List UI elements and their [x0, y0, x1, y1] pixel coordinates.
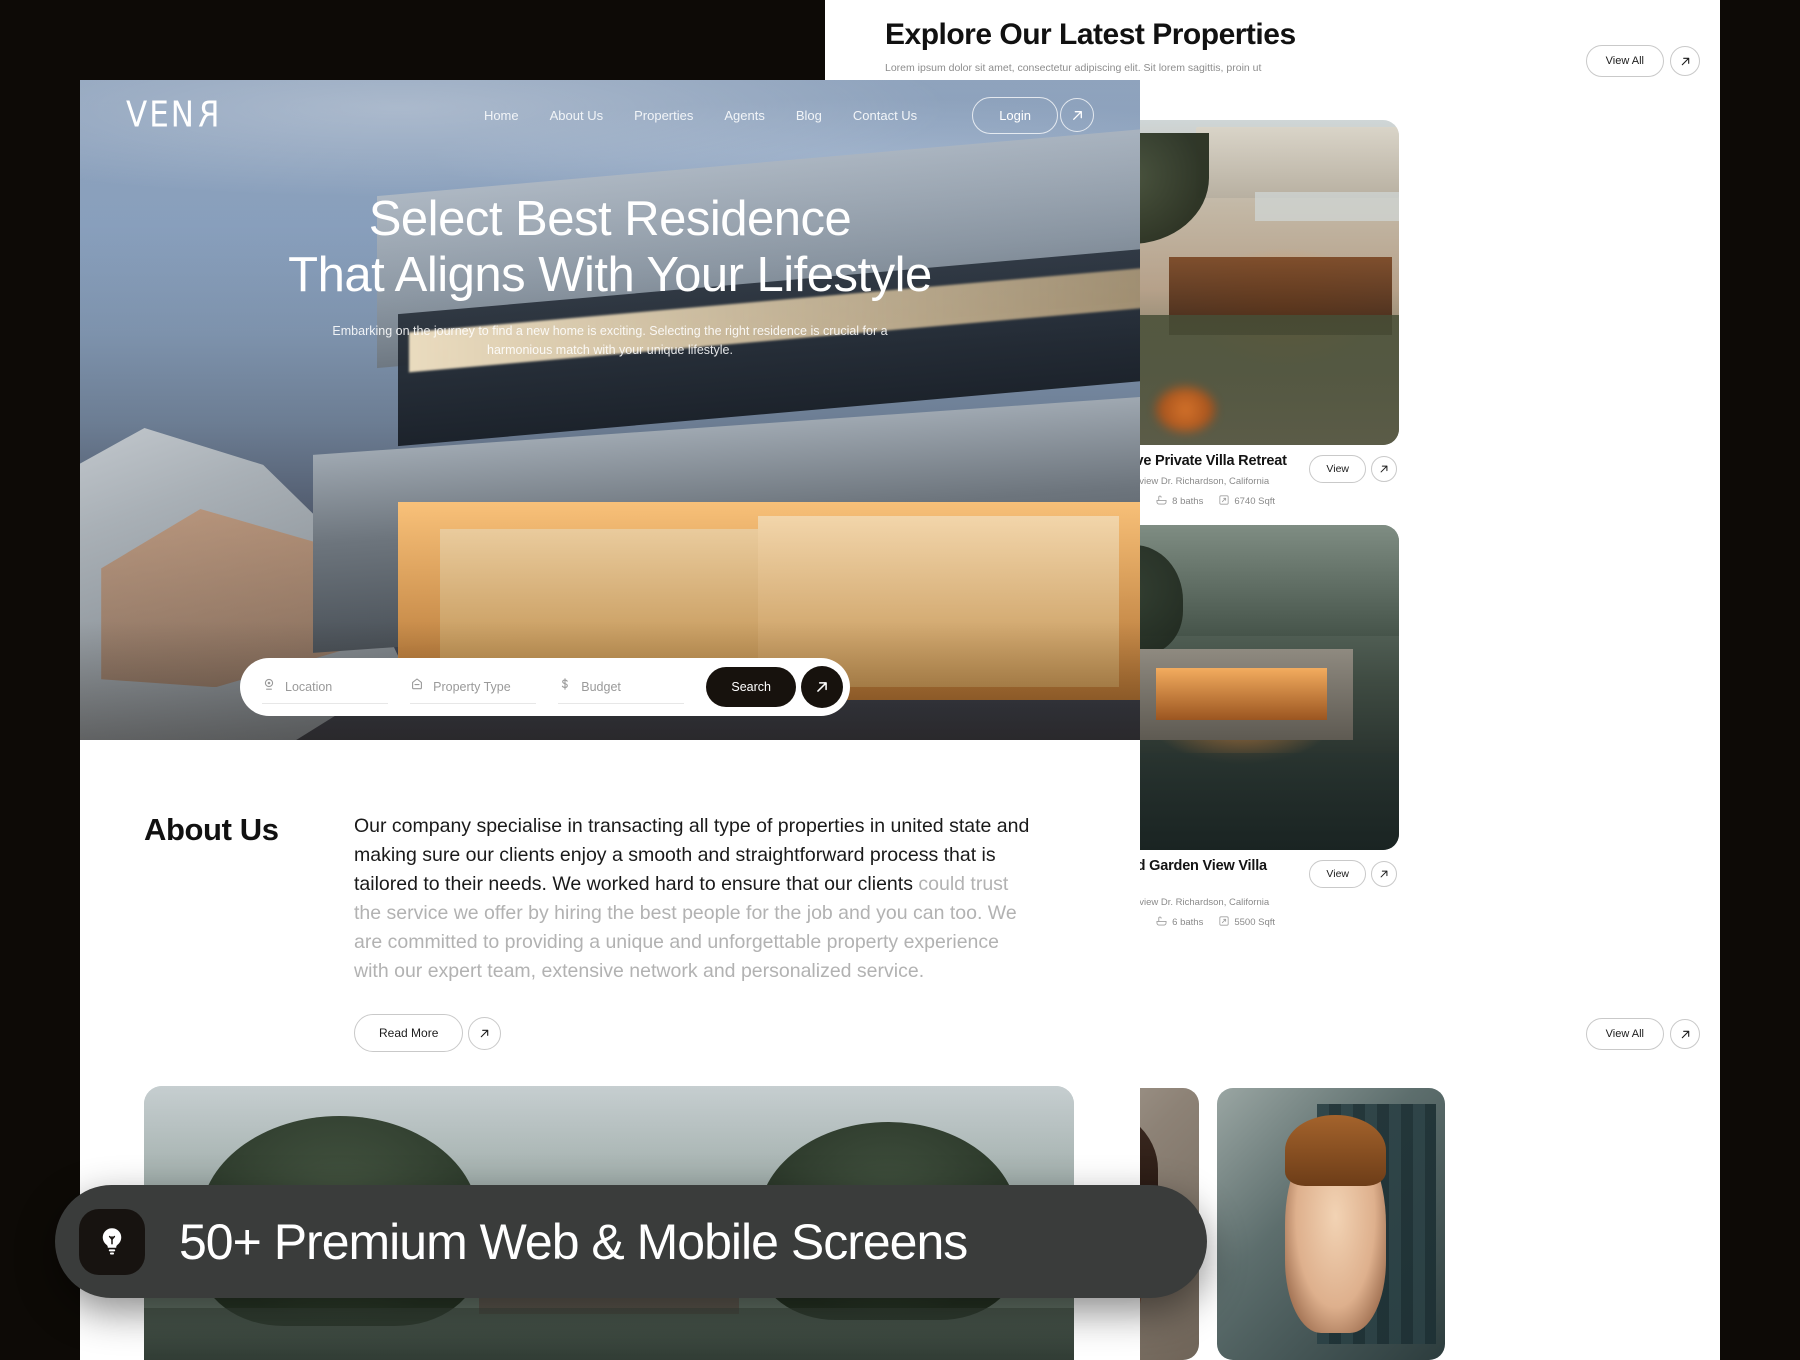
search-button[interactable]: Search — [706, 667, 796, 707]
feature-baths: 6 baths — [1156, 916, 1203, 929]
bathtub-icon — [1156, 916, 1167, 929]
home-page-panel: VENR Home About Us Properties Agents Blo… — [80, 80, 1140, 1360]
lightbulb-icon — [79, 1208, 145, 1275]
search-location-field[interactable]: Location — [262, 670, 389, 704]
navbar: VENR Home About Us Properties Agents Blo… — [80, 80, 1140, 150]
arrow-up-right-icon[interactable] — [1670, 1019, 1700, 1049]
view-all-button[interactable]: View All — [1585, 1018, 1664, 1050]
view-all-bottom-group[interactable]: View All — [1585, 1018, 1700, 1050]
nav-item-about-us[interactable]: About Us — [550, 108, 603, 123]
arrow-up-right-icon[interactable] — [1670, 46, 1700, 76]
nav-item-contact-us[interactable]: Contact Us — [853, 108, 917, 123]
search-budget-input[interactable]: Budget — [581, 680, 621, 694]
card-view-group[interactable]: View — [1309, 455, 1397, 483]
screenshot-stage: Explore Our Latest Properties Lorem ipsu… — [0, 0, 1800, 1360]
agent-photo[interactable] — [1217, 1088, 1445, 1360]
nav-item-agents[interactable]: Agents — [724, 108, 764, 123]
dollar-icon — [558, 677, 572, 696]
login-group[interactable]: Login — [972, 96, 1094, 134]
read-more-group[interactable]: Read More — [354, 1014, 1140, 1053]
card-view-group[interactable]: View — [1309, 860, 1397, 888]
search-property-type-field[interactable]: Property Type — [410, 670, 537, 704]
arrow-up-right-icon[interactable] — [1371, 456, 1397, 482]
nav-links: Home About Us Properties Agents Blog Con… — [484, 96, 1094, 134]
view-all-top-group[interactable]: View All — [1585, 45, 1700, 77]
nav-item-home[interactable]: Home — [484, 108, 519, 123]
promo-banner-text: 50+ Premium Web & Mobile Screens — [179, 1213, 968, 1270]
hero-paragraph: Embarking on the journey to find a new h… — [332, 323, 888, 358]
about-title: About Us — [144, 812, 279, 847]
about-section: About Us Our company specialise in trans… — [80, 740, 1140, 986]
view-button[interactable]: View — [1309, 455, 1366, 483]
login-button[interactable]: Login — [972, 96, 1058, 134]
arrow-up-right-icon[interactable] — [1060, 98, 1094, 132]
arrow-up-right-icon[interactable] — [1371, 861, 1397, 887]
search-budget-field[interactable]: Budget — [558, 670, 685, 704]
map-pin-icon — [262, 677, 276, 696]
bathtub-icon — [1156, 495, 1167, 508]
hero-heading-line2: That Aligns With Your Lifestyle — [288, 247, 932, 302]
properties-header: Explore Our Latest Properties Lorem ipsu… — [885, 18, 1705, 76]
page-subtitle: Lorem ipsum dolor sit amet, consectetur … — [885, 62, 1262, 74]
brand-logo[interactable]: VENR — [126, 94, 220, 135]
hero-heading: Select Best Residence That Aligns With Y… — [80, 192, 1140, 304]
home-tag-icon — [410, 677, 424, 696]
view-button[interactable]: View — [1309, 860, 1366, 888]
nav-item-properties[interactable]: Properties — [634, 108, 693, 123]
page-title: Explore Our Latest Properties — [885, 18, 1296, 51]
arrow-up-right-icon[interactable] — [800, 666, 843, 708]
hero-section: VENR Home About Us Properties Agents Blo… — [80, 80, 1140, 740]
search-property-type-input[interactable]: Property Type — [433, 680, 511, 694]
view-all-button[interactable]: View All — [1585, 45, 1664, 77]
area-icon — [1219, 495, 1229, 508]
feature-baths: 8 baths — [1156, 495, 1203, 508]
hero-heading-line1: Select Best Residence — [368, 192, 852, 246]
nav-item-blog[interactable]: Blog — [796, 108, 822, 123]
read-more-button[interactable]: Read More — [354, 1014, 464, 1053]
arrow-up-right-icon[interactable] — [468, 1016, 502, 1050]
feature-area: 5500 Sqft — [1219, 916, 1275, 929]
about-paragraph: Our company specialise in transacting al… — [354, 812, 1030, 986]
feature-area: 6740 Sqft — [1219, 495, 1275, 508]
promo-banner: 50+ Premium Web & Mobile Screens — [55, 1185, 1207, 1298]
hero-copy: Select Best Residence That Aligns With Y… — [80, 192, 1140, 360]
property-search-bar[interactable]: Location Property Type Budget Search — [240, 658, 850, 716]
search-location-input[interactable]: Location — [285, 680, 332, 694]
area-icon — [1219, 916, 1229, 929]
